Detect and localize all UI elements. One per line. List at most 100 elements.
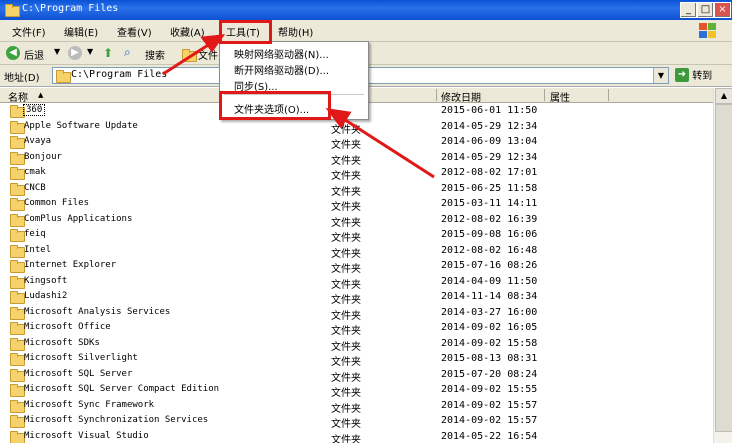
file-name: Microsoft Sync Framework	[24, 399, 155, 410]
maximize-button[interactable]: □	[697, 2, 714, 18]
folder-icon	[10, 275, 25, 289]
file-row[interactable]: ComPlus Applications 文件夹 2012-08-02 16:39	[0, 212, 713, 229]
vertical-scrollbar[interactable]: ▲	[713, 88, 732, 443]
file-name: Microsoft SDKs	[24, 337, 100, 348]
folder-icon	[10, 198, 25, 211]
menu-edit[interactable]: 编辑(E)	[64, 24, 98, 39]
file-row[interactable]: Intel 文件夹 2012-08-02 16:48	[0, 243, 713, 260]
go-button[interactable]: ➜ 转到	[675, 67, 712, 83]
file-modified: 2015-09-08 16:06	[441, 229, 538, 240]
file-name: Microsoft Synchronization Services	[24, 415, 209, 425]
search-button[interactable]: 搜索	[145, 47, 165, 62]
file-row[interactable]: Bonjour 文件夹 2014-05-29 12:34	[0, 150, 713, 167]
window-title: C:\Program Files	[22, 3, 119, 14]
forward-dropdown-icon[interactable]: ▼	[87, 47, 93, 56]
forward-arrow-icon[interactable]: ▶	[68, 46, 82, 60]
column-modified[interactable]: 修改日期	[441, 89, 481, 104]
address-label: 地址(D)	[4, 73, 40, 84]
back-arrow-icon[interactable]: ◀	[6, 46, 20, 60]
file-row[interactable]: Kingsoft 文件夹 2014-04-09 11:50	[0, 274, 713, 291]
file-modified: 2015-03-11 14:11	[441, 198, 538, 209]
file-row[interactable]: Microsoft Silverlight 文件夹 2015-08-13 08:31	[0, 351, 713, 368]
folder-icon	[10, 368, 25, 382]
file-row[interactable]: Ludashi2 文件夹 2014-11-14 08:34	[0, 289, 713, 306]
file-row[interactable]: feiq 文件夹 2015-09-08 16:06	[0, 227, 713, 244]
file-name: Kingsoft	[24, 275, 68, 286]
file-modified: 2014-05-29 12:34	[441, 120, 538, 132]
file-row[interactable]: Internet Explorer 文件夹 2015-07-16 08:26	[0, 258, 713, 275]
menu-help[interactable]: 帮助(H)	[278, 24, 313, 39]
file-row[interactable]: Common Files 文件夹 2015-03-11 14:11	[0, 196, 713, 213]
file-row[interactable]: Microsoft SDKs 文件夹 2014-09-02 15:58	[0, 336, 713, 353]
file-name: Microsoft Silverlight	[24, 353, 138, 363]
address-folder-icon	[56, 70, 71, 83]
tools-menu-highlight	[219, 20, 272, 44]
folder-icon	[10, 229, 25, 242]
file-row[interactable]: Microsoft SQL Server Compact Edition 文件夹 2…	[0, 382, 713, 399]
close-button[interactable]: ×	[714, 2, 731, 18]
go-arrow-icon: ➜	[675, 67, 689, 82]
file-name: Ludashi2	[24, 291, 68, 301]
folder-icon	[10, 322, 25, 335]
folder-icon	[10, 430, 25, 443]
folders-button[interactable]: 文件	[198, 47, 218, 62]
file-modified: 2014-11-14 08:34	[441, 291, 538, 302]
up-folder-icon[interactable]: ⬆	[101, 46, 115, 60]
menu-item-disconnect-network-drive[interactable]: 断开网络驱动器(D)...	[234, 62, 329, 77]
scroll-thumb[interactable]	[715, 104, 732, 432]
file-row[interactable]: Microsoft Office 文件夹 2014-09-02 16:05	[0, 320, 713, 337]
go-label: 转到	[692, 71, 713, 82]
folder-icon	[10, 151, 25, 165]
file-name: Microsoft SQL Server	[24, 368, 133, 379]
folder-options-highlight	[219, 91, 331, 120]
file-name: Microsoft SQL Server Compact Edition	[24, 384, 220, 394]
file-name: Common Files	[24, 198, 90, 208]
file-modified: 2014-09-02 15:57	[441, 399, 538, 411]
folder-icon	[10, 384, 25, 397]
file-row[interactable]: Avaya 文件夹 2014-06-09 13:04	[0, 134, 713, 151]
back-button[interactable]: 后退	[24, 47, 44, 62]
file-modified: 2014-09-02 16:05	[441, 322, 538, 333]
file-row[interactable]: cmak 文件夹 2012-08-02 17:01	[0, 165, 713, 182]
menu-favorites[interactable]: 收藏(A)	[170, 24, 205, 39]
menu-item-map-network-drive[interactable]: 映射网络驱动器(N)...	[234, 46, 329, 61]
file-name: 360	[22, 104, 46, 116]
windows-logo-icon	[697, 20, 719, 40]
file-row[interactable]: Microsoft Sync Framework 文件夹 2014-09-02 15…	[0, 398, 713, 415]
file-list: 360 2015-06-01 11:50 Apple Software Update…	[0, 103, 713, 443]
file-modified: 2014-09-02 15:55	[441, 384, 538, 395]
file-row[interactable]: Apple Software Update 文件夹 2014-05-29 12:34	[0, 119, 713, 136]
scroll-up-icon[interactable]: ▲	[715, 88, 732, 104]
file-modified: 2014-09-02 15:58	[441, 337, 538, 349]
column-name[interactable]: 名称	[8, 89, 28, 104]
column-divider[interactable]	[436, 89, 437, 101]
file-row[interactable]: Microsoft Synchronization Services 文件夹 201…	[0, 413, 713, 430]
column-attr[interactable]: 属性	[550, 89, 570, 104]
minimize-button[interactable]: _	[680, 2, 697, 18]
file-row[interactable]: Microsoft Visual Studio 文件夹 2014-05-22 16:…	[0, 429, 713, 443]
sort-up-icon: ▲	[38, 91, 44, 99]
address-dropdown-icon[interactable]: ▼	[653, 68, 668, 83]
file-row[interactable]: Microsoft SQL Server 文件夹 2015-07-20 08:24	[0, 367, 713, 384]
file-row[interactable]: Microsoft Analysis Services 文件夹 2014-03-27…	[0, 305, 713, 322]
address-value: C:\Program Files	[71, 69, 168, 80]
folder-icon	[10, 337, 25, 351]
column-divider[interactable]	[544, 89, 545, 101]
file-name: Microsoft Visual Studio	[24, 430, 149, 441]
file-name: Avaya	[24, 136, 52, 146]
file-row[interactable]: CNCB 文件夹 2015-06-25 11:58	[0, 181, 713, 198]
file-name: ComPlus Applications	[24, 213, 133, 224]
back-dropdown-icon[interactable]: ▼	[54, 47, 60, 56]
file-name: Bonjour	[24, 151, 62, 162]
file-modified: 2015-06-01 11:50	[441, 105, 538, 116]
file-modified: 2015-07-16 08:26	[441, 260, 538, 271]
column-divider[interactable]	[608, 89, 609, 101]
file-name: CNCB	[24, 182, 46, 193]
file-name: Microsoft Office	[24, 322, 111, 332]
menu-file[interactable]: 文件(F)	[12, 24, 46, 39]
menu-view[interactable]: 查看(V)	[117, 24, 152, 39]
folder-icon	[10, 399, 25, 413]
file-modified: 2014-05-29 12:34	[441, 151, 538, 163]
folder-icon	[10, 291, 25, 304]
folder-icon	[5, 4, 20, 17]
